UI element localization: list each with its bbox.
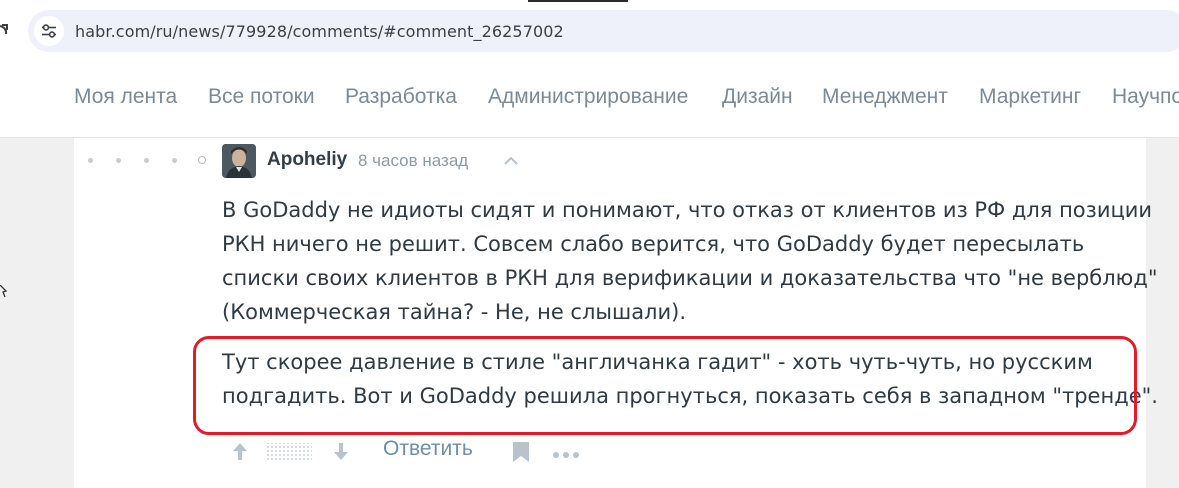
tab-strip-edge bbox=[528, 0, 628, 2]
more-icon[interactable] bbox=[552, 447, 580, 458]
site-info-icon[interactable] bbox=[34, 16, 64, 46]
author-name[interactable]: Apoheliy bbox=[267, 149, 347, 171]
comment-line: В GoDaddy не идиоты сидят и понимают, чт… bbox=[222, 198, 1153, 222]
mouse-cursor-icon bbox=[0, 284, 8, 306]
arrow-down-icon[interactable] bbox=[330, 440, 352, 462]
nav-item-development[interactable]: Разработка bbox=[345, 85, 457, 109]
right-gutter bbox=[1146, 138, 1179, 488]
comment-line: списки своих клиентов в РКН для верифика… bbox=[222, 266, 1158, 290]
nav-item-design[interactable]: Дизайн bbox=[722, 85, 793, 109]
bookmark-icon[interactable] bbox=[511, 440, 531, 464]
comment-paragraph: В GoDaddy не идиоты сидят и понимают, чт… bbox=[222, 193, 1158, 329]
thread-dot bbox=[172, 158, 177, 163]
address-bar[interactable]: habr.com/ru/news/779928/comments/#commen… bbox=[28, 10, 1179, 52]
vote-score-placeholder bbox=[266, 441, 312, 463]
chevron-up-icon[interactable] bbox=[500, 151, 522, 171]
nav-item-marketing[interactable]: Маркетинг bbox=[979, 85, 1081, 109]
nav-item-my-feed[interactable]: Моя лента bbox=[74, 85, 177, 109]
thread-depth-indicator bbox=[88, 154, 214, 168]
thread-dot bbox=[144, 158, 149, 163]
thread-dot bbox=[116, 158, 121, 163]
left-gutter bbox=[0, 138, 74, 488]
comment-body: В GoDaddy не идиоты сидят и понимают, чт… bbox=[222, 193, 1158, 408]
comment-time[interactable]: 8 часов назад bbox=[358, 151, 468, 171]
comment-line: РКН ничего не решит. Совсем слабо веритс… bbox=[222, 232, 1085, 256]
nav-item-management[interactable]: Менеджмент bbox=[822, 85, 948, 109]
avatar[interactable] bbox=[222, 144, 256, 178]
arrow-up-icon[interactable] bbox=[229, 440, 251, 462]
site-navigation: Моя лента Все потоки Разработка Админист… bbox=[0, 60, 1179, 138]
reply-link[interactable]: Ответить bbox=[383, 437, 473, 461]
nav-item-popsci[interactable]: Научпоп bbox=[1112, 85, 1179, 109]
thread-dot bbox=[88, 158, 93, 163]
reload-icon[interactable] bbox=[0, 20, 10, 42]
nav-item-all-flows[interactable]: Все потоки bbox=[208, 85, 315, 109]
url-text[interactable]: habr.com/ru/news/779928/comments/#commen… bbox=[75, 22, 564, 41]
comment-line: (Коммерческая тайна? - Не, не слышали). bbox=[222, 300, 686, 324]
thread-dot-current bbox=[198, 156, 206, 164]
highlight-annotation bbox=[193, 336, 1137, 435]
nav-item-administration[interactable]: Администрирование bbox=[488, 85, 688, 109]
browser-toolbar: habr.com/ru/news/779928/comments/#commen… bbox=[0, 0, 1179, 60]
